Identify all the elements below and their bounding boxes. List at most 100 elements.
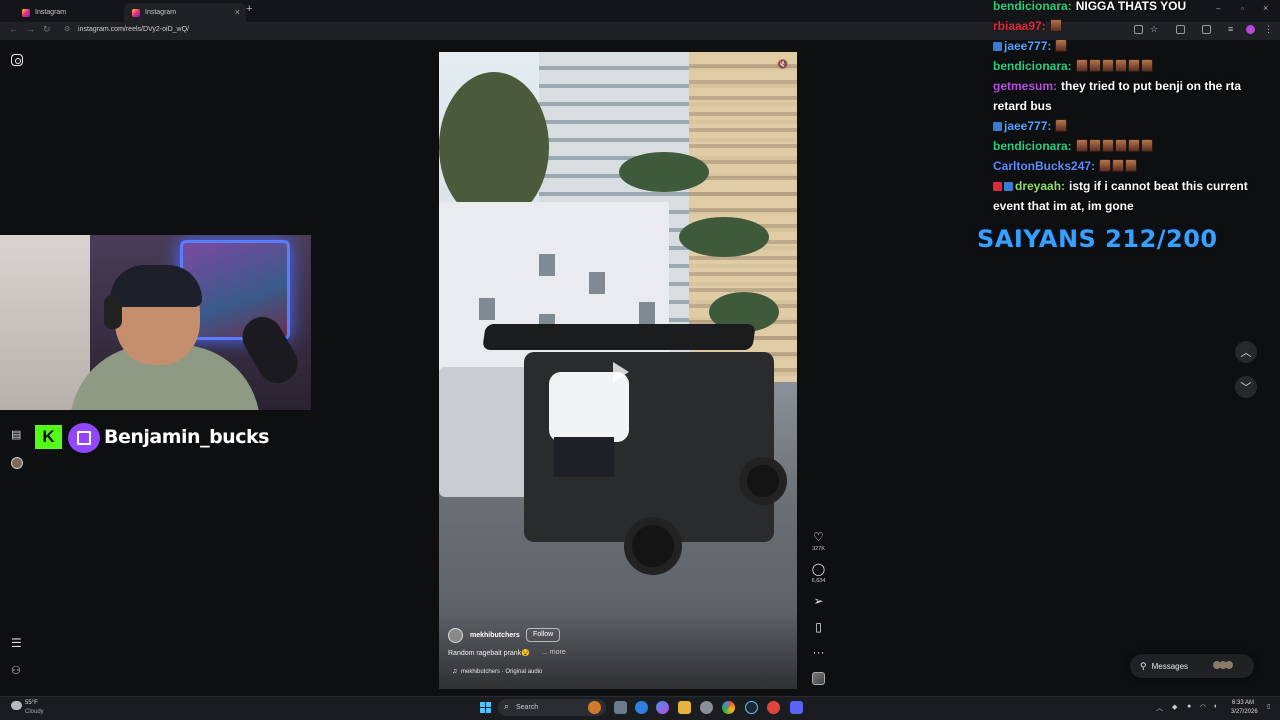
audio-thumbnail[interactable] [812,672,825,685]
caption-more-link[interactable]: ... more [542,649,566,656]
clock-date[interactable]: 3/27/2026 [1231,709,1258,715]
profile-avatar[interactable] [11,457,23,469]
twitch-logo-icon [68,423,100,453]
comment-icon[interactable]: ◯ [811,562,826,576]
taskbar-app-icon[interactable] [767,701,780,714]
video-van [439,367,529,497]
chat-username[interactable]: bendicionara: [993,0,1072,13]
chat-message: getmesum: they tried to put benji on the … [993,76,1275,116]
chat-message: bendicionara: [993,56,1275,76]
video-tree [439,72,549,222]
video-window [589,272,605,294]
site-info-icon[interactable]: ⚙ [64,25,70,33]
send-icon: ⚲ [1140,660,1147,671]
tray-app-icon[interactable]: ◆ [1172,703,1177,711]
video-cart-roof [482,324,756,350]
previous-reel-button[interactable]: ︿ [1235,341,1257,363]
chat-username[interactable]: bendicionara: [993,59,1072,73]
chat-emote-icon [1140,59,1153,72]
mute-icon[interactable]: 🔇 [777,59,788,70]
save-bookmark-icon[interactable]: ▯ [811,620,826,634]
chat-emote-icon [1114,59,1127,72]
chat-username[interactable]: jaee777: [1004,119,1051,133]
steam-icon[interactable] [745,701,758,714]
chat-username[interactable]: rbiaaa97: [993,19,1046,33]
chat-badge-icon [993,182,1002,191]
webcam-streamer-durag [110,265,202,307]
url-text[interactable]: instagram.com/reels/DVy2-oiD_wQ/ [78,26,189,33]
more-menu-icon[interactable]: ☰ [11,636,22,650]
chat-emote-icon [1088,139,1101,152]
follow-button[interactable]: Follow [526,628,561,642]
sub-goal-counter: SAIYANS 212/200 [977,225,1218,253]
wifi-icon[interactable]: ◠ [1200,703,1206,711]
video-window [539,254,555,276]
weather-temp[interactable]: 55°F [25,700,38,706]
video-wheel [624,517,682,575]
video-palm [679,217,769,257]
weather-desc[interactable]: Cloudy [25,709,44,715]
threads-icon[interactable]: ⚇ [11,664,21,677]
discord-icon[interactable] [790,701,803,714]
chat-emote-icon [1127,59,1140,72]
video-window [479,298,495,320]
chat-emote-icon [1114,139,1127,152]
messages-button[interactable]: ⚲ Messages [1130,654,1254,678]
reel-audio-label[interactable]: mekhibutchers · Original audio [461,669,542,675]
clock-time[interactable]: 6:33 AM [1232,700,1254,706]
chat-emote-icon [1101,139,1114,152]
chat-username[interactable]: dreyaah: [1015,179,1065,193]
tray-chevron-icon[interactable]: ︿ [1156,703,1163,713]
chat-emote-icon [1127,139,1140,152]
chat-username[interactable]: jaee777: [1004,39,1051,53]
forward-icon[interactable]: → [26,24,35,34]
chat-badge-icon [993,122,1002,131]
reel-video[interactable]: 🔇 mekhibutchers Follow Random ragebait p… [439,52,797,689]
next-reel-button[interactable]: ﹀ [1235,376,1257,398]
settings-icon[interactable] [700,701,713,714]
chat-emote-icon [1088,59,1101,72]
instagram-logo-icon[interactable] [11,54,23,66]
chat-message: bendicionara: NIGGA THATS YOU [993,0,1275,16]
chat-emote-icon [1055,39,1068,52]
browser-tab[interactable]: Instagram × [14,3,136,22]
share-icon[interactable]: ➢ [811,594,826,608]
tab-label: Instagram [145,9,177,16]
start-windows-icon[interactable] [480,702,491,713]
edge-icon[interactable] [635,701,648,714]
webcam-overlay [0,235,311,410]
chat-emote-icon [1099,159,1112,172]
back-icon[interactable]: ← [9,24,18,34]
copilot-icon[interactable] [656,701,669,714]
new-tab-icon[interactable]: + [246,3,252,15]
file-explorer-icon[interactable] [678,701,691,714]
reels-icon[interactable]: ▤ [11,428,21,441]
reload-icon[interactable]: ↻ [43,24,51,35]
taskbar-app-icon[interactable] [588,701,601,714]
more-options-icon[interactable]: ··· [811,645,826,659]
notification-icon[interactable]: ▯ [1267,703,1270,710]
like-heart-icon[interactable]: ♡ [811,530,826,544]
volume-icon[interactable]: ◖ [1213,703,1217,710]
reel-author-username[interactable]: mekhibutchers [470,632,520,639]
video-person-shorts [554,437,614,477]
chrome-icon[interactable] [722,701,735,714]
close-tab-icon[interactable]: × [235,7,240,17]
browser-tab-active[interactable]: Instagram × [124,3,246,22]
reel-author-avatar[interactable] [448,628,463,643]
chat-username[interactable]: CarltonBucks247: [993,159,1095,173]
webcam-headset [104,295,122,329]
weather-cloud-icon[interactable] [11,701,22,710]
chat-emote-icon [1101,59,1114,72]
streamer-name: Benjamin_bucks [104,426,269,448]
webcam-wall [0,235,90,410]
chat-emote-icon [1075,59,1088,72]
chat-username[interactable]: bendicionara: [993,139,1072,153]
play-icon[interactable] [613,362,629,382]
task-view-icon[interactable] [614,701,627,714]
chat-message: jaee777: [993,36,1275,56]
tray-app-icon[interactable]: ● [1187,703,1191,710]
chat-username[interactable]: getmesum: [993,79,1057,93]
chat-message: jaee777: [993,116,1275,136]
chat-emote-icon [1075,139,1088,152]
